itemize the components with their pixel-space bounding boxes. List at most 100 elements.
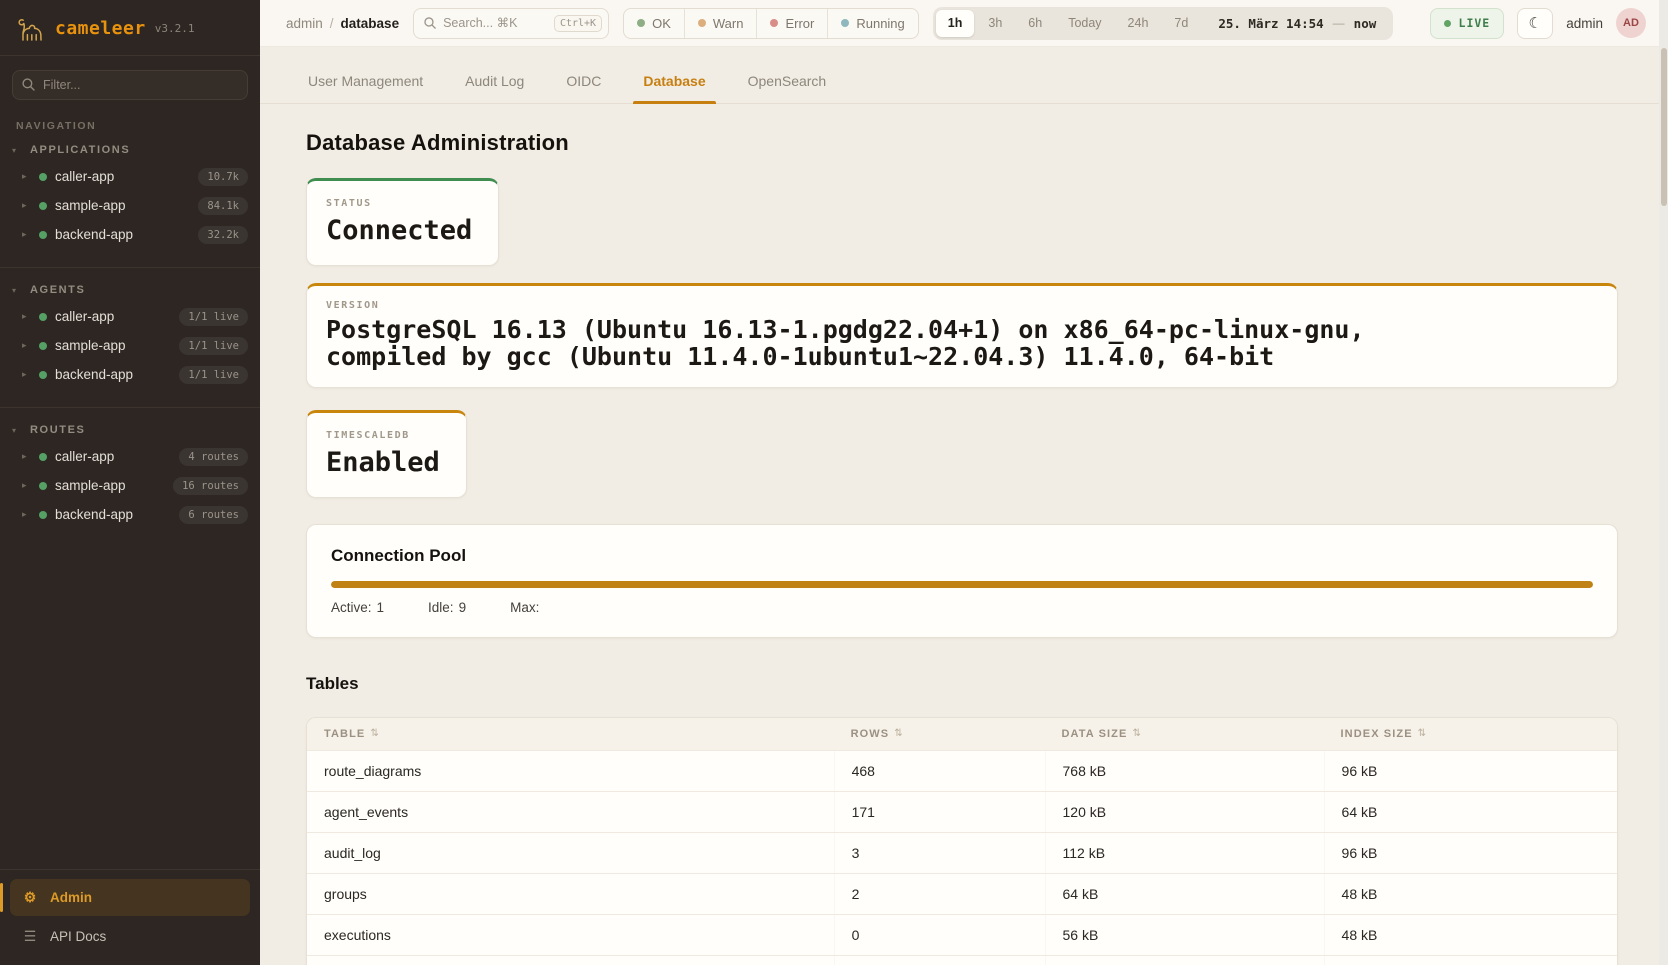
- live-badge[interactable]: LIVE: [1430, 8, 1505, 39]
- time-range-1h[interactable]: 1h: [936, 10, 975, 37]
- sidebar-item-api-docs[interactable]: ☰ API Docs: [10, 918, 250, 955]
- table-row-groups[interactable]: groups264 kB48 kB: [307, 873, 1617, 914]
- theme-toggle-button[interactable]: ☾: [1517, 8, 1553, 39]
- status-filter-warn[interactable]: Warn: [684, 9, 757, 38]
- table-row-user_groups[interactable]: user_groups148 kB32 kB: [307, 955, 1617, 965]
- time-span-display[interactable]: 25. März 14:54 — now: [1202, 16, 1390, 31]
- tab-opensearch[interactable]: OpenSearch: [738, 63, 837, 103]
- time-range-3h[interactable]: 3h: [976, 10, 1014, 37]
- table-column-index-size[interactable]: INDEX SIZE ⇅: [1324, 718, 1617, 750]
- sidebar-admin-label: Admin: [50, 890, 92, 905]
- status-filter-ok[interactable]: OK: [624, 9, 684, 38]
- pool-stat: Idle: 9: [428, 600, 466, 615]
- sidebar-item-sample-app[interactable]: ▸ sample-app 84.1k: [0, 191, 260, 220]
- version-card: VERSION PostgreSQL 16.13 (Ubuntu 16.13-1…: [306, 283, 1618, 388]
- status-filter-label: Running: [856, 16, 904, 31]
- chevron-right-icon: ▸: [22, 509, 31, 520]
- page-scrollbar[interactable]: [1659, 0, 1668, 965]
- breadcrumb-admin[interactable]: admin: [286, 16, 323, 31]
- sidebar-item-caller-app[interactable]: ▸ caller-app 4 routes: [0, 442, 260, 471]
- scrollbar-thumb[interactable]: [1661, 48, 1667, 206]
- table-cell: 171: [834, 792, 1045, 832]
- sidebar-item-caller-app[interactable]: ▸ caller-app 10.7k: [0, 162, 260, 191]
- table-cell: 768 kB: [1045, 751, 1324, 791]
- sidebar-section-header[interactable]: ▾ AGENTS: [0, 278, 260, 302]
- table-cell: 48 kB: [1324, 915, 1617, 955]
- sidebar-item-badge: 16 routes: [173, 477, 248, 495]
- time-range-today[interactable]: Today: [1056, 10, 1113, 37]
- navigation-label: NAVIGATION: [0, 106, 260, 134]
- status-dot-icon: [39, 231, 47, 239]
- status-dot-icon: [698, 19, 706, 27]
- sidebar-item-backend-app[interactable]: ▸ backend-app 1/1 live: [0, 360, 260, 389]
- app-logo[interactable]: cameleer v3.2.1: [0, 0, 260, 56]
- pool-progress-fill: [331, 581, 1593, 588]
- table-body: route_diagrams468768 kB96 kBagent_events…: [307, 750, 1617, 965]
- status-filter-label: Warn: [713, 16, 744, 31]
- chevron-right-icon: ▸: [22, 480, 31, 491]
- app-name: cameleer: [55, 18, 146, 39]
- tab-oidc[interactable]: OIDC: [556, 63, 611, 103]
- table-column-label: ROWS: [851, 728, 890, 740]
- status-filter-label: Error: [785, 16, 814, 31]
- status-filter-label: OK: [652, 16, 671, 31]
- status-filter-error[interactable]: Error: [756, 9, 827, 38]
- sidebar-filter-input[interactable]: [12, 70, 248, 100]
- chevron-down-icon: ▾: [12, 286, 22, 295]
- search-shortcut-kbd: Ctrl+K: [554, 15, 602, 32]
- sidebar-item-backend-app[interactable]: ▸ backend-app 32.2k: [0, 220, 260, 249]
- table-row-audit_log[interactable]: audit_log3112 kB96 kB: [307, 832, 1617, 873]
- sidebar-section-header[interactable]: ▾ ROUTES: [0, 418, 260, 442]
- status-dot-icon: [39, 371, 47, 379]
- status-card: STATUS Connected: [306, 178, 499, 266]
- time-range-24h[interactable]: 24h: [1116, 10, 1161, 37]
- table-row-route_diagrams[interactable]: route_diagrams468768 kB96 kB: [307, 750, 1617, 791]
- status-dot-icon: [39, 342, 47, 350]
- sidebar-item-label: backend-app: [55, 507, 171, 522]
- sidebar-item-admin[interactable]: ⚙ Admin: [10, 879, 250, 916]
- status-dot-icon: [841, 19, 849, 27]
- table-cell: 56 kB: [1045, 915, 1324, 955]
- time-span-from: 25. März 14:54: [1218, 16, 1323, 31]
- live-label: LIVE: [1459, 16, 1491, 30]
- version-card-value: PostgreSQL 16.13 (Ubuntu 16.13-1.pgdg22.…: [326, 317, 1486, 371]
- time-range-6h[interactable]: 6h: [1016, 10, 1054, 37]
- table-column-rows[interactable]: ROWS ⇅: [834, 718, 1045, 750]
- status-dot-icon: [39, 313, 47, 321]
- table-cell: 468: [834, 751, 1045, 791]
- global-search-input[interactable]: [443, 16, 548, 30]
- table-row-executions[interactable]: executions056 kB48 kB: [307, 914, 1617, 955]
- sidebar-item-label: caller-app: [55, 169, 190, 184]
- pool-stat: Active: 1: [331, 600, 384, 615]
- global-search[interactable]: Ctrl+K: [413, 8, 609, 39]
- sidebar-item-caller-app[interactable]: ▸ caller-app 1/1 live: [0, 302, 260, 331]
- sidebar-item-sample-app[interactable]: ▸ sample-app 1/1 live: [0, 331, 260, 360]
- tab-audit-log[interactable]: Audit Log: [455, 63, 534, 103]
- connection-pool-title: Connection Pool: [331, 546, 1593, 566]
- search-icon: [21, 77, 36, 92]
- sidebar-section-header[interactable]: ▾ APPLICATIONS: [0, 138, 260, 162]
- sidebar-filter: [12, 70, 248, 100]
- page-title: Database Administration: [306, 130, 1618, 156]
- status-filter-running[interactable]: Running: [827, 9, 917, 38]
- status-card-value: Connected: [326, 215, 472, 246]
- tab-user-management[interactable]: User Management: [298, 63, 433, 103]
- table-row-agent_events[interactable]: agent_events171120 kB64 kB: [307, 791, 1617, 832]
- sidebar-item-label: backend-app: [55, 227, 190, 242]
- sidebar-section: ▾ APPLICATIONS ▸ caller-app 10.7k ▸ samp…: [0, 134, 260, 259]
- table-cell: 1: [834, 956, 1045, 965]
- sort-icon: ⇅: [894, 728, 902, 739]
- sidebar-api-docs-label: API Docs: [50, 929, 106, 944]
- tab-database[interactable]: Database: [633, 63, 715, 103]
- chevron-right-icon: ▸: [22, 340, 31, 351]
- avatar[interactable]: AD: [1616, 8, 1646, 38]
- sidebar-sections: ▾ APPLICATIONS ▸ caller-app 10.7k ▸ samp…: [0, 134, 260, 869]
- time-range-7d[interactable]: 7d: [1162, 10, 1200, 37]
- sidebar-item-backend-app[interactable]: ▸ backend-app 6 routes: [0, 500, 260, 529]
- sidebar: cameleer v3.2.1 NAVIGATION ▾ APPLICATION…: [0, 0, 260, 965]
- table-column-data-size[interactable]: DATA SIZE ⇅: [1045, 718, 1324, 750]
- table-column-table[interactable]: TABLE ⇅: [307, 718, 834, 750]
- sidebar-item-sample-app[interactable]: ▸ sample-app 16 routes: [0, 471, 260, 500]
- page-content: Database Administration STATUS Connected…: [260, 104, 1668, 965]
- table-cell: 64 kB: [1045, 874, 1324, 914]
